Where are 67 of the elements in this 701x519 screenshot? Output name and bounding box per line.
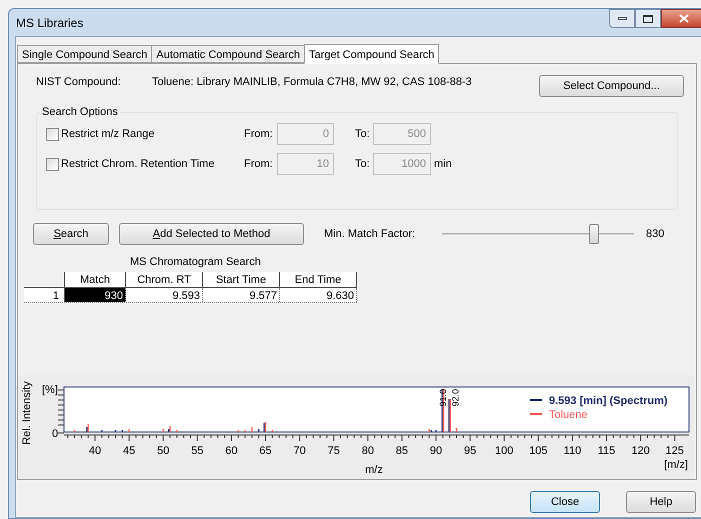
checkbox[interactable] <box>46 158 59 170</box>
tab[interactable]: Single Compound Search <box>17 45 152 63</box>
checkbox-label: Restrict Chrom. Retention Time <box>61 156 216 172</box>
column-header[interactable]: End Time <box>280 272 357 287</box>
tab[interactable]: Automatic Compound Search <box>151 45 306 63</box>
compound-info: Toluene: Library MAINLIB, Formula C7H8, MW 92, CAS 108-88-3 <box>152 74 473 90</box>
dialog-button[interactable]: Close <box>530 491 600 513</box>
tick-label: 95 <box>464 445 476 457</box>
tick-label: 65 <box>259 445 272 457</box>
legend-label: Toluene <box>549 409 588 421</box>
table-cell[interactable]: 9.630 <box>280 288 357 302</box>
slider-thumb[interactable] <box>588 224 599 244</box>
tick-label: 110 <box>564 445 582 457</box>
column-header[interactable]: Chrom. RT <box>126 272 203 287</box>
field-label: From: <box>244 126 274 142</box>
tick-label: 125 <box>666 445 684 457</box>
table-cell[interactable]: 9.593 <box>126 288 203 302</box>
unit-label: min <box>434 156 452 172</box>
checkbox-label: Restrict m/z Range <box>61 126 156 142</box>
tick-label: 115 <box>598 445 616 457</box>
field-label: From: <box>244 156 274 172</box>
field-label: To: <box>355 126 371 142</box>
tick-label: 40 <box>88 445 102 457</box>
select-compound-button[interactable]: Select Compound... <box>539 75 684 97</box>
tick-label: 120 <box>631 445 650 457</box>
field-label: To: <box>355 156 371 172</box>
axis-title: Rel. Intensity <box>21 381 33 445</box>
tick-label: 45 <box>123 445 136 457</box>
tick-label: 105 <box>529 445 548 457</box>
y-axis <box>58 390 64 434</box>
slider-value: 830 <box>646 226 664 242</box>
checkbox[interactable] <box>46 128 59 140</box>
field-label: NIST Compound: <box>36 74 122 90</box>
minimize-button[interactable] <box>609 9 635 28</box>
column-header[interactable]: Match <box>65 272 126 287</box>
axis-unit: [m/z] <box>664 459 688 471</box>
tick-label: 55 <box>191 445 204 457</box>
tab[interactable]: Target Compound Search <box>304 44 440 64</box>
window-title: MS Libraries <box>15 14 84 32</box>
table-cell[interactable]: 930 <box>65 288 126 302</box>
dialog-button[interactable]: Help <box>626 491 696 513</box>
column-header[interactable]: Start Time <box>203 272 280 287</box>
tick-label: 0 <box>52 428 58 440</box>
tick-label: 100 <box>495 445 514 457</box>
tick-label: 50 <box>157 445 170 457</box>
tick-label: 75 <box>328 445 340 457</box>
peak-label: 91.0 <box>438 389 448 407</box>
add-to-method-button[interactable]: Add Selected to Method <box>119 223 304 245</box>
search-button[interactable]: Search <box>33 223 109 245</box>
tick-label: 85 <box>396 445 408 457</box>
slider-label: Min. Match Factor: <box>324 226 416 242</box>
peak-label: 92.0 <box>450 389 461 407</box>
group-title: Search Options <box>40 104 120 120</box>
axis-title: m/z <box>365 464 383 476</box>
tick-label: 70 <box>294 445 306 457</box>
row-number: 1 <box>24 288 65 302</box>
tick-label: 80 <box>362 445 374 457</box>
legend-label: 9.593 [min] (Spectrum) <box>549 395 668 407</box>
maximize-button[interactable] <box>635 9 661 28</box>
tick-label: 60 <box>225 445 238 457</box>
table-cell[interactable]: 9.577 <box>203 288 280 302</box>
table-title: MS Chromatogram Search <box>130 255 262 268</box>
axis-unit: [%] <box>42 384 58 396</box>
close-icon <box>679 14 689 23</box>
match-slider[interactable] <box>442 224 634 244</box>
tick-label: 90 <box>430 445 442 457</box>
close-button[interactable] <box>661 9 701 28</box>
